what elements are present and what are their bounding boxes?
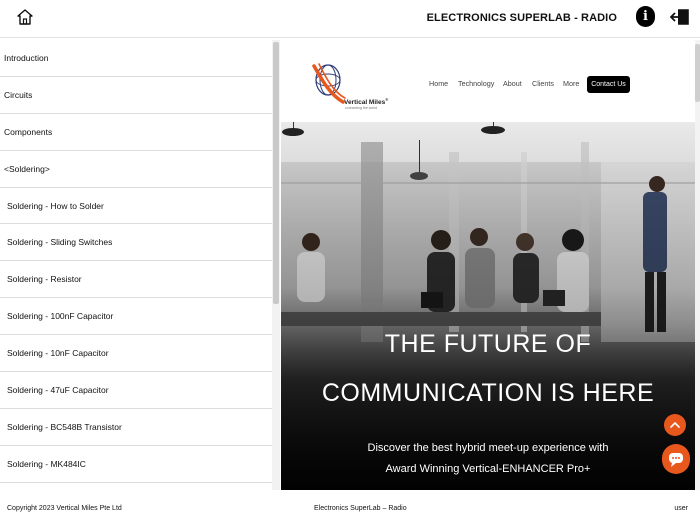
nav-home[interactable]: Home [429,79,448,88]
chat-icon [669,453,683,467]
info-icon[interactable]: i [636,6,655,27]
hero-subtitle-line1: Discover the best hybrid meet-up experie… [367,442,609,454]
sidebar-item-components[interactable]: Components [0,114,280,151]
sidebar-item-soldering[interactable]: <Soldering> [0,151,280,188]
hero-banner: THE FUTURE OF COMMUNICATION IS HERE Disc… [281,122,695,490]
footer-user[interactable]: user [674,505,688,512]
webview-scrollbar-thumb[interactable] [695,44,700,102]
sidebar-item-soldering-10nf-capacitor[interactable]: Soldering - 10nF Capacitor [0,335,280,373]
content-webview: Vertical Miles® connecting the world Hom… [281,40,700,490]
nav-clients[interactable]: Clients [532,79,554,88]
sidebar-item-circuits[interactable]: Circuits [0,77,280,114]
sidebar-item-soldering-sliding-switches[interactable]: Soldering - Sliding Switches [0,224,280,262]
footer-app-name: Electronics SuperLab – Radio [314,505,407,512]
app-footer: Copyright 2023 Vertical Miles Pte Ltd El… [0,490,700,525]
brand-name: Vertical Miles® [344,97,389,107]
sidebar-item-soldering-100nf-capacitor[interactable]: Soldering - 100nF Capacitor [0,298,280,336]
chat-button[interactable] [662,444,690,474]
sidebar-item-soldering-bc548b-transistor[interactable]: Soldering - BC548B Transistor [0,409,280,446]
logout-icon[interactable] [670,8,690,26]
home-icon[interactable] [16,8,34,26]
sidebar-scrollbar-thumb[interactable] [273,42,279,304]
nav-technology[interactable]: Technology [458,79,494,88]
hero-meeting-photo [281,122,695,490]
scroll-to-top-button[interactable] [664,414,686,436]
sidebar-item-soldering-mk484ic[interactable]: Soldering - MK484IC [0,446,280,483]
sidebar-item-soldering-47uf-capacitor[interactable]: Soldering - 47uF Capacitor [0,372,280,409]
brand-tagline: connecting the world [345,106,378,110]
nav-more[interactable]: More [563,79,579,88]
app-title: ELECTRONICS SUPERLAB - RADIO [426,12,617,24]
chevron-up-icon [670,422,680,428]
hero-title-line1: THE FUTURE OF [384,330,592,358]
copyright-text: Copyright 2023 Vertical Miles Pte Ltd [7,505,122,512]
site-header: Vertical Miles® connecting the world Hom… [281,40,700,122]
app-header: ELECTRONICS SUPERLAB - RADIO i [0,0,700,38]
sidebar-item-introduction[interactable]: Introduction [0,40,280,77]
sidebar-nav: Introduction Circuits Components <Soldering… [0,40,280,490]
nav-about[interactable]: About [503,79,522,88]
contact-us-button[interactable]: Contact Us [587,76,630,93]
hero-title-line2: COMMUNICATION IS HERE [321,379,655,407]
hero-subtitle-line2: Award Winning Vertical-ENHANCER Pro+ [385,463,591,475]
sidebar-item-soldering-resistor[interactable]: Soldering - Resistor [0,261,280,299]
webview-scrollbar[interactable] [695,40,700,490]
sidebar-item-soldering-how-to-solder[interactable]: Soldering - How to Solder [0,188,280,225]
